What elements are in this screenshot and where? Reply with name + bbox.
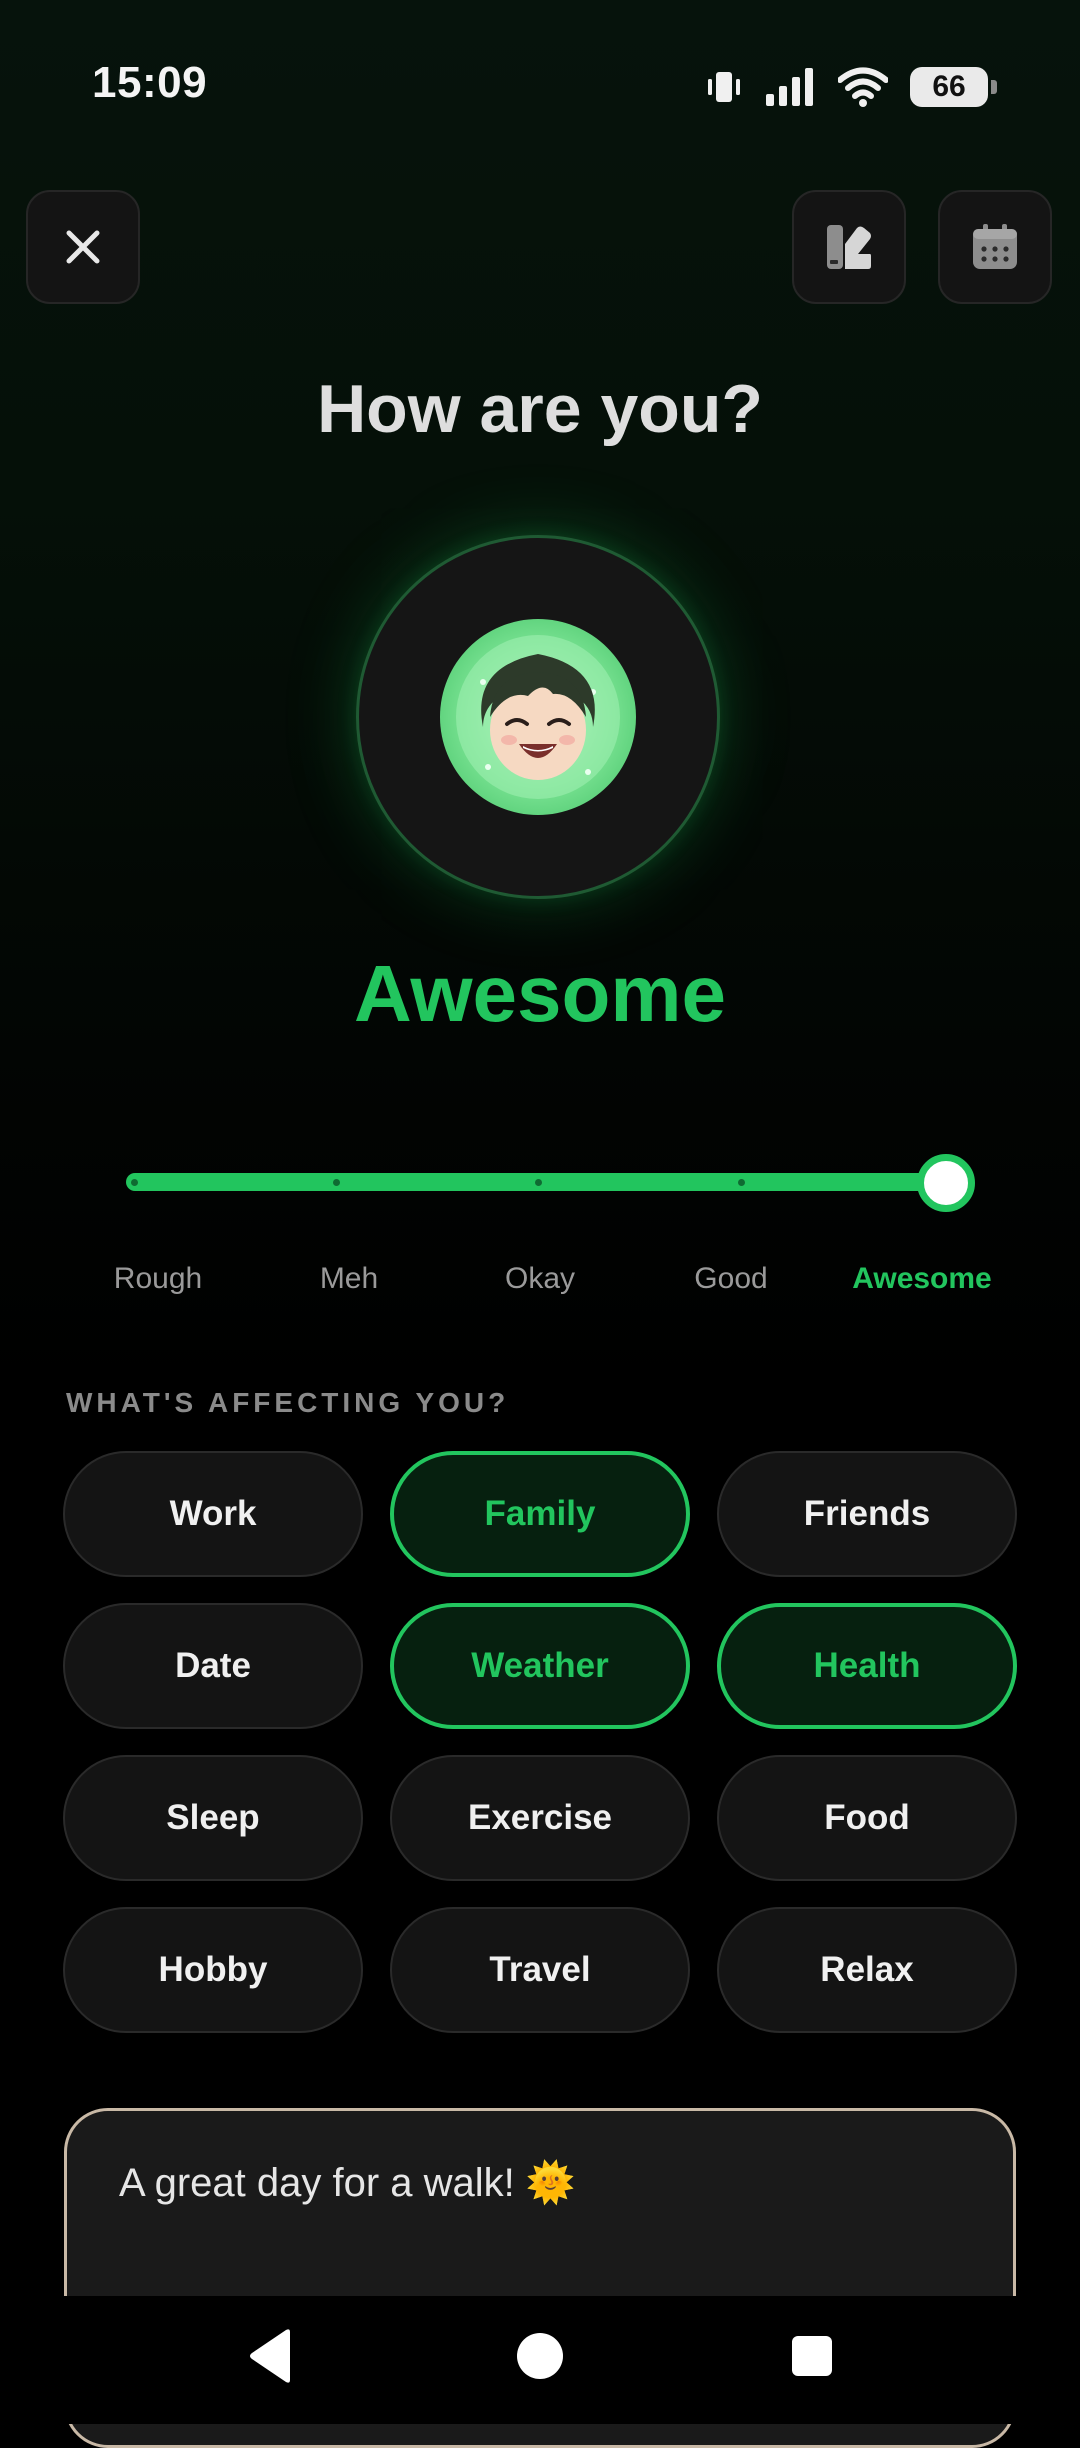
- signal-icon: [766, 68, 813, 106]
- back-icon[interactable]: [244, 2326, 296, 2386]
- scale-label-okay[interactable]: Okay: [440, 1262, 640, 1296]
- chip-sleep[interactable]: Sleep: [63, 1755, 363, 1881]
- mood-slider-thumb[interactable]: [917, 1154, 975, 1212]
- scale-label-rough[interactable]: Rough: [58, 1262, 258, 1296]
- chip-travel[interactable]: Travel: [390, 1907, 690, 2033]
- happy-face-icon: [456, 635, 620, 799]
- slider-step-dot: [131, 1179, 138, 1186]
- chip-food[interactable]: Food: [717, 1755, 1017, 1881]
- palette-icon: [827, 225, 871, 269]
- battery-indicator: 66: [910, 67, 997, 107]
- chip-hobby[interactable]: Hobby: [63, 1907, 363, 2033]
- scale-label-awesome[interactable]: Awesome: [822, 1262, 1022, 1296]
- slider-step-dot: [738, 1179, 745, 1186]
- recents-icon[interactable]: [786, 2326, 838, 2386]
- mood-label: Awesome: [353, 949, 727, 1038]
- mood-avatar-ring: [356, 535, 720, 899]
- slider-step-dot: [535, 1179, 542, 1186]
- chip-family[interactable]: Family: [390, 1451, 690, 1577]
- happy-face-avatar: [440, 619, 636, 815]
- scale-label-meh[interactable]: Meh: [249, 1262, 449, 1296]
- status-icons: 66: [706, 62, 997, 112]
- close-icon: [66, 230, 100, 264]
- close-button[interactable]: [26, 190, 140, 304]
- mood-slider-track[interactable]: [126, 1173, 946, 1191]
- home-icon[interactable]: [514, 2326, 566, 2386]
- chip-date[interactable]: Date: [63, 1603, 363, 1729]
- chip-exercise[interactable]: Exercise: [390, 1755, 690, 1881]
- theme-button[interactable]: [792, 190, 906, 304]
- chip-friends[interactable]: Friends: [717, 1451, 1017, 1577]
- note-text: A great day for a walk! 🌞: [119, 2161, 576, 2205]
- factors-heading: WHAT'S AFFECTING YOU?: [66, 1387, 510, 1418]
- navigation-bar: [0, 2296, 1080, 2424]
- chip-health[interactable]: Health: [717, 1603, 1017, 1729]
- chip-work[interactable]: Work: [63, 1451, 363, 1577]
- calendar-icon: [973, 224, 1017, 269]
- wifi-icon: [838, 67, 888, 107]
- chip-weather[interactable]: Weather: [390, 1603, 690, 1729]
- calendar-button[interactable]: [938, 190, 1052, 304]
- chip-relax[interactable]: Relax: [717, 1907, 1017, 2033]
- vibrate-icon: [708, 72, 740, 102]
- slider-step-dot: [333, 1179, 340, 1186]
- status-time: 15:09: [92, 58, 208, 107]
- scale-label-good[interactable]: Good: [631, 1262, 831, 1296]
- page-title: How are you?: [317, 371, 763, 447]
